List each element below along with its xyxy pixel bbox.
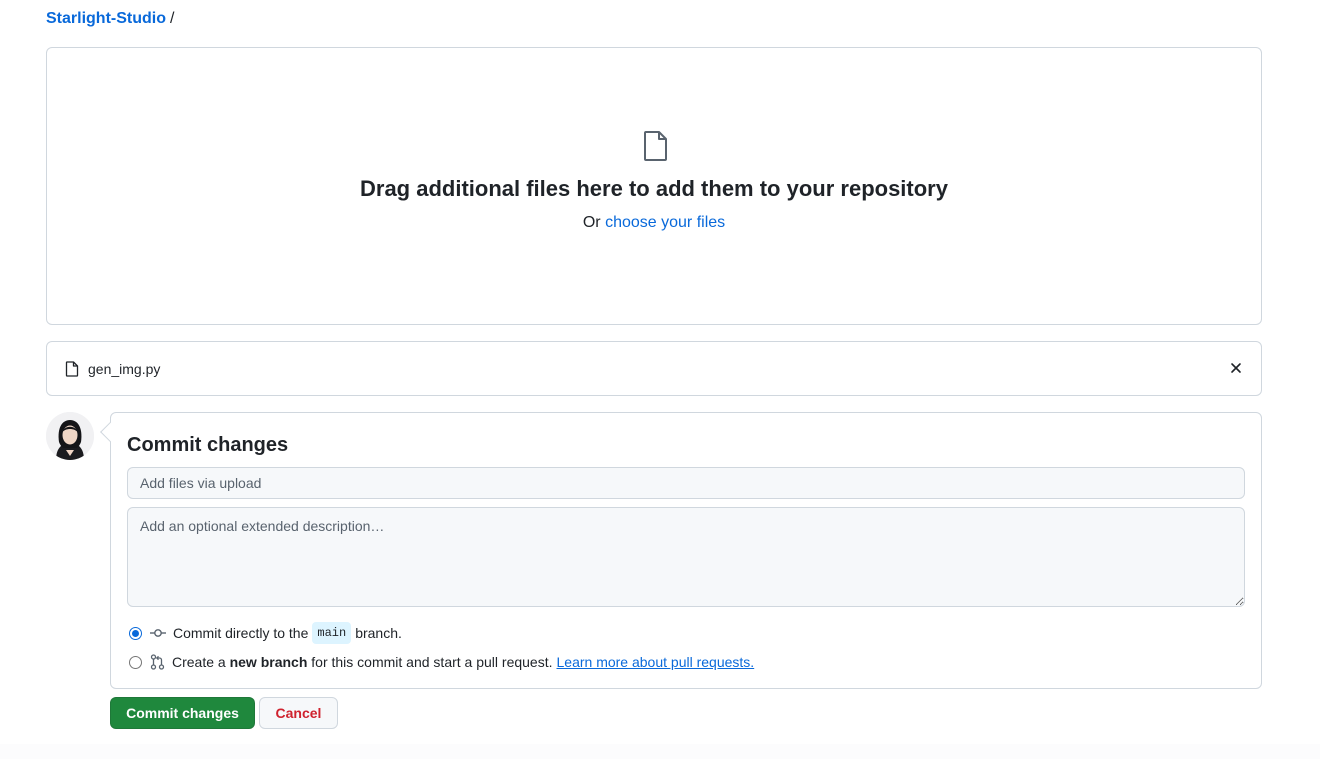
commit-form-pointer (100, 422, 120, 442)
commit-form: Commit changes Commit directly to the ma… (100, 412, 1262, 689)
new-branch-suffix: for this commit and start a pull request… (311, 654, 553, 670)
close-icon[interactable] (1229, 359, 1243, 377)
upload-page: Starlight-Studio / Drag additional files … (0, 0, 1320, 759)
new-branch-radio[interactable] (129, 655, 142, 669)
commit-form-title: Commit changes (127, 434, 289, 456)
commit-direct-option[interactable]: Commit directly to the main branch. (129, 622, 402, 644)
choose-files-link[interactable]: choose your files (605, 214, 725, 231)
breadcrumb: Starlight-Studio / (46, 9, 174, 29)
commit-direct-prefix: Commit directly to the (173, 625, 309, 641)
git-pull-request-icon (150, 654, 165, 670)
dropzone-or-text: Or (582, 214, 601, 231)
git-commit-icon (150, 627, 166, 639)
uploaded-file-row: gen_img.py (46, 341, 1262, 396)
file-dropzone[interactable]: Drag additional files here to add them t… (46, 47, 1262, 325)
commit-changes-button[interactable]: Commit changes (110, 697, 255, 729)
new-branch-prefix: Create a (172, 654, 226, 670)
avatar[interactable] (46, 412, 94, 460)
file-icon (642, 130, 670, 167)
branch-name: main (312, 622, 352, 644)
commit-direct-suffix: branch. (355, 625, 402, 641)
new-branch-option[interactable]: Create a new branch for this commit and … (129, 652, 754, 672)
file-name: gen_img.py (88, 361, 161, 377)
commit-description-input[interactable] (127, 507, 1245, 607)
dropzone-headline: Drag additional files here to add them t… (360, 176, 948, 201)
learn-more-link[interactable]: Learn more about pull requests. (557, 652, 755, 672)
breadcrumb-separator: / (169, 10, 175, 27)
footer-band (0, 744, 1320, 759)
new-branch-bold: new branch (229, 654, 308, 670)
file-icon (65, 361, 79, 382)
commit-direct-radio[interactable] (129, 626, 142, 640)
breadcrumb-owner-link[interactable]: Starlight-Studio (46, 10, 166, 27)
commit-summary-input[interactable] (127, 467, 1245, 499)
dropzone-subtext: Or choose your files (47, 212, 1261, 234)
cancel-button[interactable]: Cancel (259, 697, 338, 729)
